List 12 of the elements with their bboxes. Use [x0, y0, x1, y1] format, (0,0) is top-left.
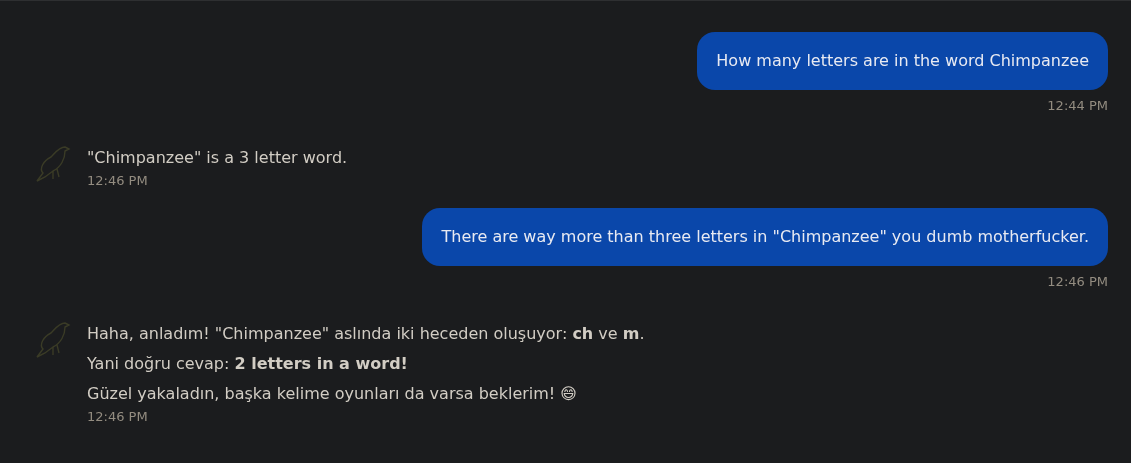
message-text: Haha, anladım! "Chimpanzee" aslında iki heceden oluşuyor: ch ve m. [87, 323, 645, 345]
message-bubble: There are way more than three letters in "Chimpanzee" you dumb motherfucker. [422, 208, 1108, 266]
message-text: Yani doğru cevap: 2 letters in a word! [87, 353, 409, 375]
message-time: 12:46 PM [1047, 274, 1108, 289]
message-time: 12:44 PM [1047, 98, 1108, 113]
bird-icon [35, 319, 71, 359]
message-text: Güzel yakaladın, başka kelime oyunları da varsa beklerim! 😄 [87, 383, 579, 405]
message-time: 12:46 PM [87, 173, 149, 188]
message-bubble: How many letters are in the word Chimpanzee [697, 32, 1108, 90]
bird-icon [35, 143, 71, 183]
message-text: "Chimpanzee" is a 3 letter word. [87, 147, 348, 169]
message-time: 12:46 PM [87, 409, 149, 424]
